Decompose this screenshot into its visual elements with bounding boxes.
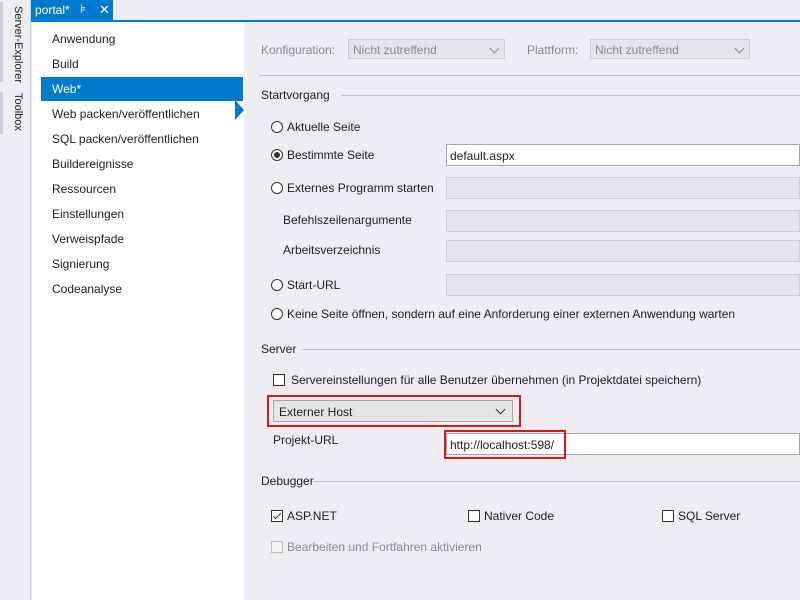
server-heading: Server	[261, 342, 297, 356]
servereinstellungen-checkbox[interactable]	[273, 374, 285, 386]
config-divider	[259, 75, 800, 76]
radio-aktuelle-seite[interactable]	[271, 121, 283, 133]
radio-keine-seite[interactable]	[271, 308, 283, 320]
nav-item-label: Web*	[52, 82, 82, 96]
nav-item-buildereignisse[interactable]: Buildereignisse	[41, 152, 241, 176]
bestimmte-seite-label: Bestimmte Seite	[287, 148, 375, 162]
nav-item-label: Codeanalyse	[52, 282, 123, 296]
radio-externes-programm[interactable]	[271, 182, 283, 194]
toolbox-tab[interactable]: Toolbox	[6, 93, 24, 131]
nav-item-label: Ressourcen	[52, 182, 117, 196]
servereinstellungen-label: Servereinstellungen für alle Benutzer üb…	[291, 373, 702, 387]
nav-item-label: Buildereignisse	[52, 157, 134, 171]
nav-item-anwendung[interactable]: Anwendung	[41, 27, 241, 51]
nativer-code-label: Nativer Code	[484, 509, 555, 523]
konfiguration-label: Konfiguration:	[261, 43, 336, 57]
plattform-value: Nicht zutreffend	[595, 43, 679, 57]
sql-server-checkbox[interactable]	[662, 510, 674, 522]
checkmark-icon	[272, 510, 282, 520]
nav-item-label: Verweispfade	[52, 232, 125, 246]
document-tab-strip	[31, 0, 800, 22]
start-url-label: Start-URL	[287, 278, 341, 292]
web-properties-panel: Konfiguration: Nicht zutreffend Plattfor…	[245, 22, 800, 600]
start-url-input	[446, 274, 800, 296]
server-explorer-tab[interactable]: Server-Explorer	[6, 6, 24, 83]
nav-item-label: SQL packen/veröffentlichen	[52, 132, 199, 146]
nativer-code-checkbox[interactable]	[468, 510, 480, 522]
project-properties-nav: Anwendung Build Web* Web packen/veröffen…	[32, 22, 244, 600]
close-icon[interactable]: ✕	[99, 2, 110, 18]
nav-item-label: Build	[52, 57, 79, 71]
projekt-url-highlight	[444, 430, 566, 459]
plattform-select: Nicht zutreffend	[590, 39, 750, 59]
aktuelle-seite-label: Aktuelle Seite	[287, 120, 361, 134]
keine-seite-label: Keine Seite öffnen, sondern auf eine Anf…	[287, 307, 736, 321]
document-tab-title: portal*	[35, 3, 70, 17]
externes-programm-input	[446, 177, 800, 199]
arbeitsverzeichnis-label: Arbeitsverzeichnis	[283, 243, 381, 257]
nav-item-verweispfade[interactable]: Verweispfade	[41, 227, 241, 251]
debugger-divider	[313, 481, 800, 482]
bestimmte-seite-value: default.aspx	[450, 149, 515, 163]
document-tab-portal[interactable]: portal* ⊧ ✕	[31, 0, 113, 22]
chevron-down-icon	[489, 43, 500, 54]
aspnet-checkbox[interactable]	[271, 510, 283, 522]
startvorgang-divider	[341, 95, 800, 96]
toolbox-tab-marker	[0, 92, 3, 134]
projekt-url-label: Projekt-URL	[273, 433, 339, 447]
edit-continue-checkbox	[271, 541, 283, 553]
konfiguration-value: Nicht zutreffend	[353, 43, 437, 57]
pin-icon[interactable]: ⊧	[80, 2, 86, 16]
radio-start-url[interactable]	[271, 279, 283, 291]
nav-item-label: Web packen/veröffentlichen	[52, 107, 200, 121]
bestimmte-seite-input[interactable]: default.aspx	[446, 144, 800, 166]
nav-item-web[interactable]: Web*	[41, 77, 243, 101]
nav-item-sql-packen[interactable]: SQL packen/veröffentlichen	[41, 127, 241, 151]
nav-item-einstellungen[interactable]: Einstellungen	[41, 202, 241, 226]
nav-item-signierung[interactable]: Signierung	[41, 252, 241, 276]
chevron-down-icon	[734, 43, 745, 54]
server-host-value: Externer Host	[279, 405, 353, 419]
debugger-heading: Debugger	[261, 474, 314, 488]
server-divider	[302, 349, 800, 350]
nav-item-ressourcen[interactable]: Ressourcen	[41, 177, 241, 201]
server-explorer-tab-marker	[0, 2, 3, 82]
nav-item-label: Anwendung	[52, 32, 116, 46]
edit-continue-label: Bearbeiten und Fortfahren aktivieren	[287, 540, 482, 554]
nav-item-web-packen[interactable]: Web packen/veröffentlichen	[41, 102, 241, 126]
befehlszeilenargumente-label: Befehlszeilenargumente	[283, 213, 412, 227]
externes-programm-label: Externes Programm starten	[287, 181, 434, 195]
befehlszeilenargumente-input	[446, 210, 800, 232]
aspnet-label: ASP.NET	[287, 509, 337, 523]
tool-window-strip: Server-Explorer Toolbox	[0, 0, 31, 600]
sql-server-label: SQL Server	[678, 509, 741, 523]
nav-item-build[interactable]: Build	[41, 52, 241, 76]
plattform-label: Plattform:	[527, 43, 579, 57]
startvorgang-heading: Startvorgang	[261, 88, 330, 102]
chevron-down-icon	[495, 404, 506, 415]
arbeitsverzeichnis-input	[446, 240, 800, 262]
radio-bestimmte-seite[interactable]	[271, 149, 283, 161]
nav-item-label: Einstellungen	[52, 207, 125, 221]
nav-item-codeanalyse[interactable]: Codeanalyse	[41, 277, 241, 301]
nav-item-label: Signierung	[52, 257, 110, 271]
server-host-select[interactable]: Externer Host	[273, 400, 513, 422]
konfiguration-select: Nicht zutreffend	[348, 39, 505, 59]
